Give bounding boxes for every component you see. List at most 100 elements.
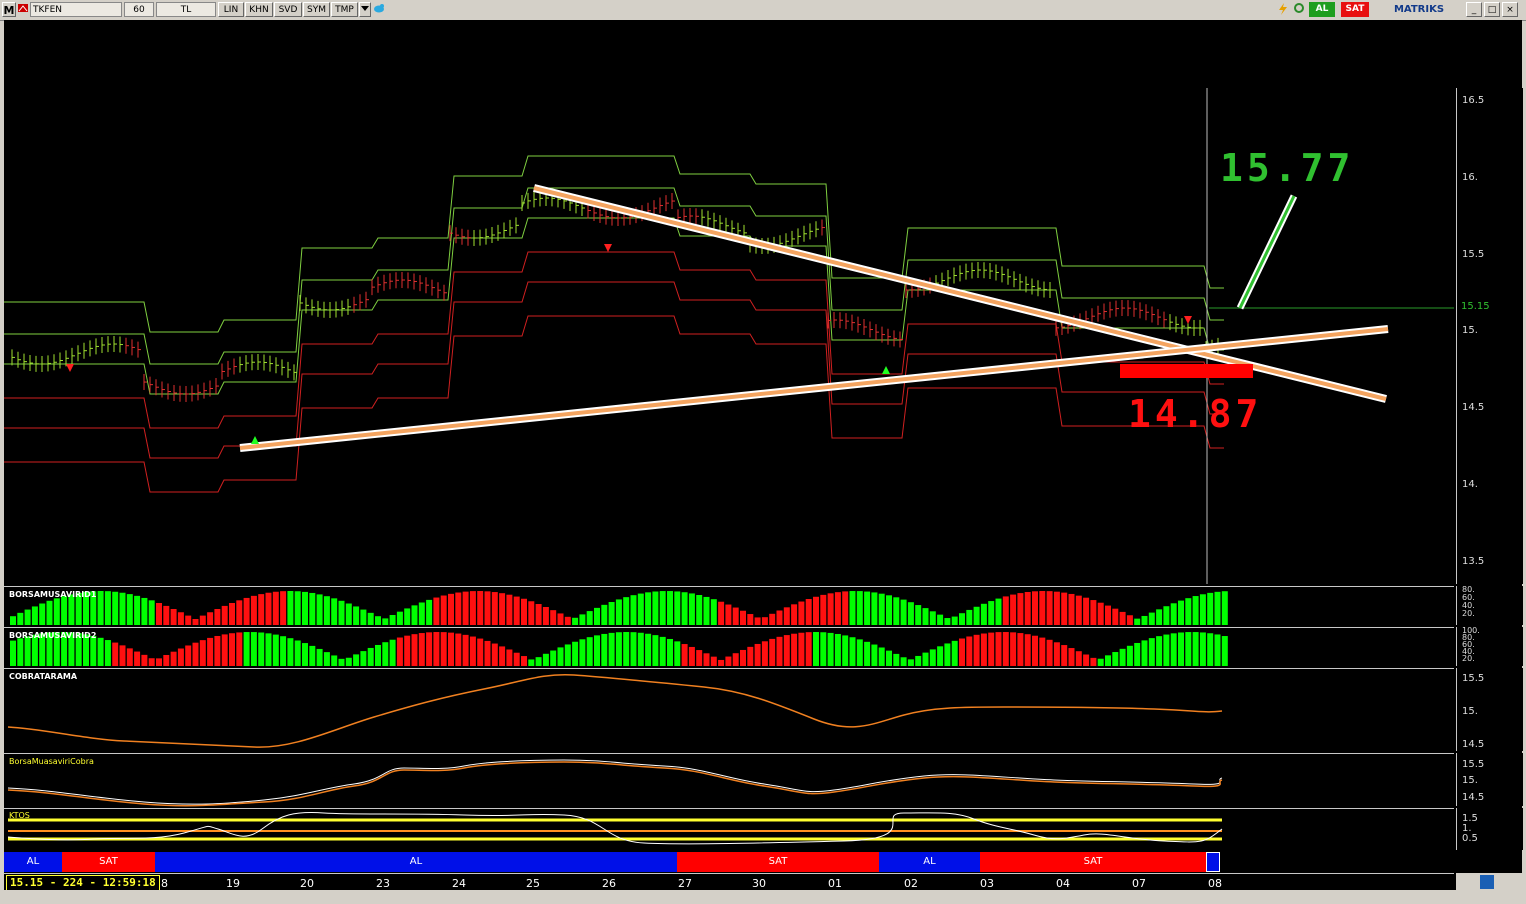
chart-toolbar: M TKFEN 60 TL LIN KHN SVD SYM TMP AL SAT…	[0, 0, 1526, 21]
date-tick: 23	[376, 877, 390, 890]
price-tick: 14.5	[1462, 402, 1485, 413]
lower-target-label: 14.87	[1128, 392, 1263, 436]
date-tick: 26	[602, 877, 616, 890]
signal-current	[1206, 852, 1220, 872]
indicator-label: KTOS	[9, 811, 30, 820]
lin-button[interactable]: LIN	[218, 2, 244, 17]
cobra-white-line	[7, 759, 1223, 805]
indicator-1-axis: 80. 60. 40. 20.	[1456, 586, 1523, 625]
al-button[interactable]: AL	[1309, 2, 1335, 17]
histogram-1	[10, 591, 1228, 625]
signal-segment: AL	[4, 852, 62, 872]
price-tick: 16.5	[1462, 95, 1485, 106]
lightning-icon[interactable]	[1276, 2, 1290, 17]
symbol-icon	[17, 2, 29, 17]
signal-segment: AL	[155, 852, 677, 872]
sell-arrow-icon	[604, 244, 612, 252]
close-button[interactable]: ×	[1502, 2, 1518, 17]
axis-tick: 14.5	[1462, 792, 1485, 803]
resistance-trendline	[533, 186, 1387, 401]
indicator-panel-borsamusavirid1[interactable]: BORSAMUSAVIRID1	[4, 586, 1454, 626]
indicator-label: BorsaMuasaviriCobra	[9, 757, 94, 766]
cobra-orange-line	[7, 761, 1223, 807]
signal-segment: SAT	[677, 852, 879, 872]
ktos-svg	[7, 812, 1223, 845]
period-field[interactable]: 60	[124, 2, 154, 17]
date-tick: 25	[526, 877, 540, 890]
svd-button[interactable]: SVD	[274, 2, 302, 17]
date-tick: 27	[678, 877, 692, 890]
axis-tick: 0.5	[1462, 833, 1478, 844]
price-tick: 15.	[1462, 325, 1478, 336]
cobratarama-line-svg	[7, 673, 1223, 748]
axis-tick: 14.5	[1462, 739, 1485, 750]
axis-tick: 15.	[1462, 706, 1478, 717]
price-bars	[11, 190, 1221, 402]
date-tick: 07	[1132, 877, 1146, 890]
price-axis: 16.5 16. 15.5 15. 14.5 14. 13.5 15.15	[1456, 88, 1523, 584]
khn-button[interactable]: KHN	[245, 2, 273, 17]
price-tick: 16.	[1462, 172, 1478, 183]
date-tick: 02	[904, 877, 918, 890]
axis-tick: 20.	[1462, 654, 1475, 663]
maximize-button[interactable]: □	[1484, 2, 1500, 17]
indicator-panel-cobratarama[interactable]: COBRATARAMA	[4, 668, 1454, 752]
tmp-button[interactable]: TMP	[331, 2, 358, 17]
axis-tick: 15.5	[1462, 759, 1485, 770]
twitter-icon[interactable]	[372, 2, 386, 17]
signal-bar: AL SAT AL SAT AL SAT	[4, 852, 1220, 872]
date-tick: 30	[752, 877, 766, 890]
cobratarama-line	[7, 673, 1223, 748]
menu-m-button[interactable]: M	[2, 2, 16, 17]
indicator-panel-ktos[interactable]: KTOS	[4, 808, 1454, 851]
sym-button[interactable]: SYM	[303, 2, 330, 17]
signal-segment: SAT	[980, 852, 1206, 872]
axis-tick: 15.5	[1462, 673, 1485, 684]
brand-logo: MATRIKS	[1393, 4, 1445, 15]
buy-arrow-icon	[251, 436, 259, 444]
price-tick: 14.	[1462, 479, 1478, 490]
minimize-button[interactable]: _	[1466, 2, 1482, 17]
last-price-tag: 15.15	[1461, 301, 1490, 312]
date-tick: 08	[1208, 877, 1222, 890]
histogram-2	[10, 632, 1228, 666]
sync-icon[interactable]	[1480, 875, 1494, 889]
cobratarama-axis: 15.5 15. 14.5	[1456, 668, 1523, 751]
indicator-label: COBRATARAMA	[9, 672, 78, 681]
date-tick: 03	[980, 877, 994, 890]
sell-arrow-icon	[1184, 316, 1192, 324]
date-tick: 20	[300, 877, 314, 890]
price-tick: 15.5	[1462, 249, 1485, 260]
signal-segment: AL	[879, 852, 980, 872]
axis-tick: 20.	[1462, 609, 1475, 618]
refresh-icon[interactable]	[1292, 2, 1306, 17]
buy-arrow-icon	[882, 366, 890, 374]
price-tick: 13.5	[1462, 556, 1485, 567]
ktos-axis: 1.5 1. 0.5	[1456, 808, 1523, 850]
breakout-arrow	[1238, 195, 1296, 309]
sell-arrow-icon	[66, 364, 74, 372]
bottom-scrollbar[interactable]	[0, 890, 1526, 904]
date-tick: 24	[452, 877, 466, 890]
upper-target-label: 15.77	[1220, 146, 1355, 190]
indicator-panel-borsamusavirid2[interactable]: BORSAMUSAVIRID2	[4, 627, 1454, 667]
indicator-label: BORSAMUSAVIRID2	[9, 631, 97, 640]
indicator-2-axis: 100. 80. 60. 40. 20.	[1456, 627, 1523, 666]
axis-tick: 15.	[1462, 775, 1478, 786]
dropdown-arrow-icon[interactable]	[359, 2, 371, 17]
status-readout: 15.15 - 224 - 12:59:18	[6, 875, 160, 891]
date-tick: 04	[1056, 877, 1070, 890]
date-tick: 01	[828, 877, 842, 890]
indicator-panel-borsamuasaviricobra[interactable]: BorsaMuasaviriCobra	[4, 753, 1454, 807]
indicator-label: BORSAMUSAVIRID1	[9, 590, 97, 599]
cobra-axis: 15.5 15. 14.5	[1456, 753, 1523, 806]
date-tick: 19	[226, 877, 240, 890]
sat-button[interactable]: SAT	[1341, 2, 1369, 17]
price-chart-panel[interactable]: 15.77 14.87	[4, 88, 1454, 584]
currency-field[interactable]: TL	[156, 2, 216, 17]
symbol-field[interactable]: TKFEN	[30, 2, 122, 17]
cobra-lines-svg	[7, 759, 1223, 807]
stop-level-bar	[1120, 364, 1253, 378]
corner-controls	[1456, 873, 1522, 891]
signal-segment: SAT	[62, 852, 155, 872]
